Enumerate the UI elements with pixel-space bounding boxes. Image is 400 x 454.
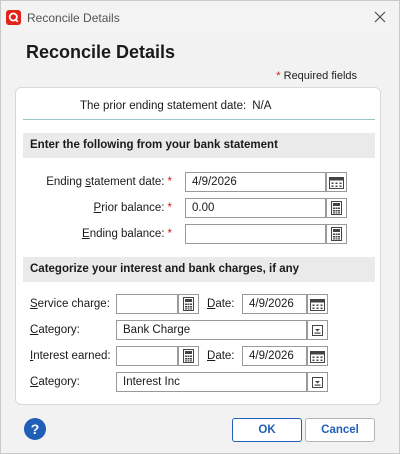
page-title: Reconcile Details <box>26 42 176 62</box>
calculator-icon[interactable] <box>326 198 347 218</box>
interest-date-label: Date: <box>207 350 235 362</box>
service-category-field[interactable]: Bank Charge <box>116 320 307 340</box>
window-title: Reconcile Details <box>27 11 120 25</box>
close-icon[interactable] <box>371 8 389 26</box>
reconcile-details-dialog: Reconcile Details Reconcile Details * Re… <box>0 0 400 454</box>
calculator-icon[interactable] <box>178 294 199 314</box>
section-charges-header: Categorize your interest and bank charge… <box>23 257 375 282</box>
required-fields-text: Required fields <box>283 70 357 82</box>
interest-category-label: Category: <box>30 376 80 388</box>
list-dropdown-icon[interactable] <box>307 372 328 392</box>
interest-category-field[interactable]: Interest Inc <box>116 372 307 392</box>
ending-balance-label: Ending balance: * <box>82 228 172 240</box>
cancel-button[interactable]: Cancel <box>305 418 375 442</box>
calendar-icon[interactable] <box>307 346 328 366</box>
list-dropdown-icon[interactable] <box>307 320 328 340</box>
service-charge-field[interactable] <box>116 294 178 314</box>
service-date-field[interactable]: 4/9/2026 <box>242 294 307 314</box>
title-bar: Reconcile Details <box>1 1 399 34</box>
ending-statement-date-field[interactable]: 4/9/2026 <box>185 172 326 192</box>
prior-balance-field[interactable]: 0.00 <box>185 198 326 218</box>
prior-statement-label: The prior ending statement date: <box>80 100 247 112</box>
interest-earned-label: Interest earned: <box>30 350 111 362</box>
interest-date-field[interactable]: 4/9/2026 <box>242 346 307 366</box>
service-category-label: Category: <box>30 324 80 336</box>
service-date-label: Date: <box>207 298 235 310</box>
section-bank-statement-header: Enter the following from your bank state… <box>23 133 375 158</box>
required-star: * <box>276 70 281 82</box>
calendar-icon[interactable] <box>307 294 328 314</box>
ok-button[interactable]: OK <box>232 418 302 442</box>
interest-earned-field[interactable] <box>116 346 178 366</box>
calculator-icon[interactable] <box>178 346 199 366</box>
prior-balance-label: Prior balance: * <box>93 202 172 214</box>
ending-statement-date-label: Ending statement date: * <box>46 176 172 188</box>
service-charge-label: Service charge: <box>30 298 110 310</box>
calendar-icon[interactable] <box>326 172 347 192</box>
divider <box>23 119 375 120</box>
help-icon[interactable]: ? <box>24 418 46 440</box>
prior-statement-line: The prior ending statement date: N/A <box>1 100 400 112</box>
calculator-icon[interactable] <box>326 224 347 244</box>
ending-balance-field[interactable] <box>185 224 326 244</box>
prior-statement-value: N/A <box>252 100 272 112</box>
required-fields-note: * Required fields <box>276 70 357 82</box>
quicken-logo-icon <box>6 10 21 25</box>
